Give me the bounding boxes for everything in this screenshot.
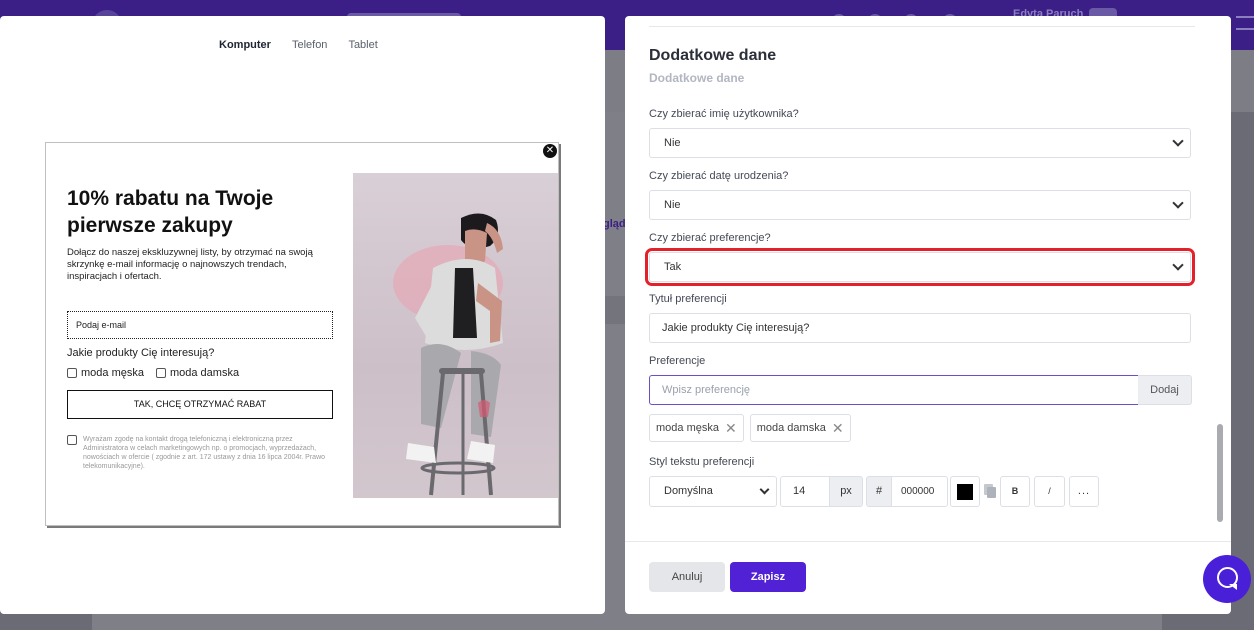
preference-tags: moda męska ✕ moda damska ✕ [649, 414, 851, 442]
collect-birthdate-select[interactable]: Nie [649, 190, 1191, 220]
preferences-label: Preferencje [649, 355, 706, 367]
background-row [603, 296, 625, 324]
device-tab-phone[interactable]: Telefon [292, 39, 327, 51]
popup-email-input[interactable]: Podaj e-mail [67, 311, 333, 339]
preference-tag: moda damska ✕ [749, 414, 851, 442]
select-value: Tak [664, 261, 682, 273]
popup-description: Dołącz do naszej ekskluzywnej listy, by … [67, 247, 313, 282]
popup-close-icon[interactable]: ✕ [543, 144, 557, 158]
remove-tag-icon[interactable]: ✕ [725, 415, 737, 441]
add-preference-button[interactable]: Dodaj [1138, 375, 1192, 405]
select-value: Nie [664, 199, 681, 211]
popup-consent: Wyrażam zgodę na kontakt drogą telefonic… [67, 435, 337, 471]
font-value: Domyślna [664, 485, 713, 497]
color-swatch [957, 484, 973, 500]
help-chat-button[interactable] [1203, 555, 1251, 603]
italic-button[interactable]: / [1034, 476, 1065, 507]
select-value: Nie [664, 137, 681, 149]
popup-title: 10% rabatu na Twoje pierwsze zakupy [67, 187, 274, 237]
popup-option-women[interactable]: moda damska [155, 367, 240, 379]
chevron-down-icon [1172, 259, 1184, 271]
menu-icon [1236, 16, 1254, 30]
checkbox[interactable] [155, 368, 166, 378]
popup-preference-options: moda męska moda damska [67, 367, 239, 379]
popup-option-men[interactable]: moda męska [67, 367, 144, 379]
popup-model-photo [353, 173, 558, 498]
divider [649, 26, 1195, 27]
text-style-label: Styl tekstu preferencji [649, 456, 755, 468]
collect-preferences-select[interactable]: Tak [645, 248, 1195, 286]
chevron-down-icon [759, 484, 770, 495]
preferences-title-input[interactable]: Jakie produkty Cię interesują? [649, 313, 1191, 343]
consent-text: Wyrażam zgodę na kontakt drogą telefonic… [83, 436, 326, 470]
popup-preview: ✕ 10% rabatu na Twoje pierwsze zakupy Do… [45, 142, 559, 526]
chevron-down-icon [1172, 197, 1184, 209]
device-tab-tablet[interactable]: Tablet [348, 39, 377, 51]
divider [625, 541, 1231, 542]
color-picker[interactable] [950, 476, 980, 507]
tag-label: moda męska [656, 422, 719, 434]
chevron-down-icon [1172, 135, 1184, 147]
cancel-button[interactable]: Anuluj [649, 562, 725, 592]
checkbox[interactable] [67, 368, 77, 378]
copy-icon[interactable] [984, 484, 996, 498]
popup-cta-button[interactable]: TAK, CHCĘ OTRZYMAĆ RABAT [67, 390, 333, 419]
preview-panel: Komputer Telefon Tablet ✕ 10% rabatu na … [0, 16, 605, 614]
font-size-input[interactable]: 14 [780, 476, 830, 507]
section-title: Dodatkowe dane [649, 47, 777, 64]
option-label: moda męska [81, 367, 144, 379]
collect-name-label: Czy zbierać imię użytkownika? [649, 108, 799, 120]
scrollbar-thumb[interactable] [1217, 424, 1223, 522]
preference-input[interactable]: Wpisz preferencję [649, 375, 1139, 405]
popup-preferences-title: Jakie produkty Cię interesują? [67, 347, 215, 359]
preference-tag: moda męska ✕ [649, 414, 744, 442]
color-hex-input[interactable]: 000000 [891, 476, 948, 507]
consent-checkbox[interactable] [67, 435, 77, 445]
collect-birthdate-label: Czy zbierać datę urodzenia? [649, 170, 789, 182]
font-select[interactable]: Domyślna [649, 476, 777, 507]
option-label: moda damska [169, 367, 240, 379]
font-size-unit: px [829, 476, 863, 507]
preferences-title-label: Tytuł preferencji [649, 293, 727, 305]
more-options-button[interactable]: ... [1069, 476, 1099, 507]
settings-panel: Dodatkowe dane Dodatkowe dane Czy zbiera… [625, 16, 1231, 614]
section-subtitle: Dodatkowe dane [649, 71, 745, 85]
hex-prefix: # [866, 476, 892, 507]
model-illustration [393, 213, 503, 496]
collect-preferences-label: Czy zbierać preferencje? [649, 232, 771, 244]
tag-label: moda damska [756, 422, 826, 434]
device-switcher: Komputer Telefon Tablet [219, 39, 378, 51]
save-button[interactable]: Zapisz [730, 562, 806, 592]
device-tab-desktop[interactable]: Komputer [219, 39, 271, 51]
collect-name-select[interactable]: Nie [649, 128, 1191, 158]
bold-button[interactable]: B [1000, 476, 1030, 507]
remove-tag-icon[interactable]: ✕ [832, 415, 844, 441]
